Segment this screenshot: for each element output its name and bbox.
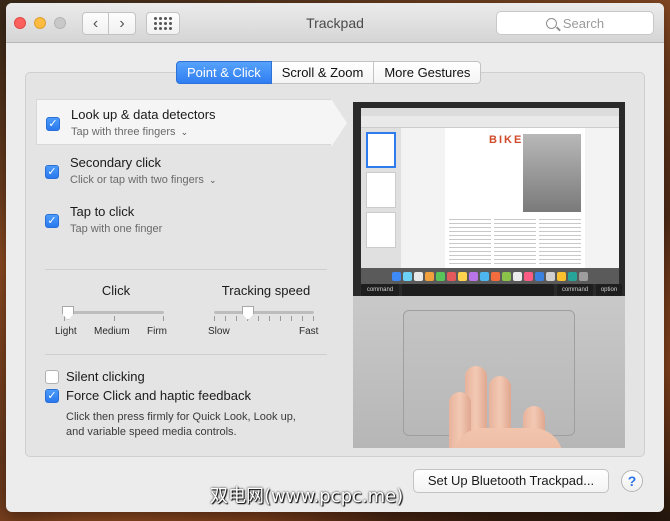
tab-point-click[interactable]: Point & Click xyxy=(176,61,272,84)
title-bar: ‹ › Trackpad Search xyxy=(6,3,664,43)
tick-label: Firm xyxy=(147,326,167,337)
force-click-description: Click then press firmly for Quick Look, … xyxy=(66,411,296,438)
chevron-down-icon: ⌄ xyxy=(180,127,189,137)
settings-pane: ✓ Look up & data detectors Tap with thre… xyxy=(25,72,645,457)
divider xyxy=(45,354,327,355)
tick-label: Light xyxy=(55,326,77,337)
tab-more-gestures[interactable]: More Gestures xyxy=(374,61,482,84)
preview-screen: BIKES xyxy=(361,108,619,268)
look-up-checkbox[interactable]: ✓ xyxy=(46,117,60,131)
tracking-slider-track[interactable] xyxy=(214,311,314,314)
option-title: Look up & data detectors xyxy=(71,107,216,122)
chevron-down-icon: ⌄ xyxy=(208,175,217,185)
divider xyxy=(45,269,327,270)
search-placeholder: Search xyxy=(562,15,605,31)
search-field[interactable]: Search xyxy=(496,11,654,35)
preview-laptop xyxy=(353,296,625,448)
preview-keyboard: command command option xyxy=(361,284,625,296)
setup-bluetooth-trackpad-button[interactable]: Set Up Bluetooth Trackpad... xyxy=(413,469,609,493)
gesture-preview-video: BIKES command command option xyxy=(353,102,625,448)
search-icon xyxy=(545,17,557,29)
page-thumbnails xyxy=(361,128,401,268)
help-button[interactable]: ? xyxy=(621,470,643,492)
watermark: 双电网(www.pcpc.me) xyxy=(210,486,404,507)
tab-bar: Point & Click Scroll & Zoom More Gesture… xyxy=(176,61,482,84)
tick-label: Medium xyxy=(94,326,130,337)
silent-clicking-label[interactable]: Silent clicking xyxy=(66,369,145,384)
tick-label: Fast xyxy=(299,326,319,337)
secondary-click-checkbox[interactable]: ✓ xyxy=(45,165,59,179)
option-subtitle[interactable]: Tap with three fingers ⌄ xyxy=(71,126,188,138)
force-click-label[interactable]: Force Click and haptic feedback xyxy=(66,388,251,403)
preferences-window: ‹ › Trackpad Search Point & Click Scroll… xyxy=(6,3,664,512)
preview-page: BIKES xyxy=(445,128,585,268)
option-tap-to-click[interactable]: ✓ Tap to click Tap with one finger xyxy=(36,197,331,243)
tab-scroll-zoom[interactable]: Scroll & Zoom xyxy=(271,61,375,84)
silent-clicking-checkbox[interactable] xyxy=(45,370,59,384)
tap-to-click-checkbox[interactable]: ✓ xyxy=(45,214,59,228)
hand-image xyxy=(445,366,565,448)
option-subtitle: Tap with one finger xyxy=(70,223,163,235)
preview-dock xyxy=(361,268,619,284)
tracking-slider-label: Tracking speed xyxy=(221,283,311,298)
option-title: Tap to click xyxy=(70,204,135,219)
tick-label: Slow xyxy=(208,326,230,337)
click-slider-label: Click xyxy=(101,283,131,298)
option-subtitle[interactable]: Click or tap with two fingers ⌄ xyxy=(70,174,217,186)
click-slider-track[interactable] xyxy=(64,311,164,314)
option-look-up[interactable]: ✓ Look up & data detectors Tap with thre… xyxy=(36,99,347,147)
option-secondary-click[interactable]: ✓ Secondary click Click or tap with two … xyxy=(36,148,331,194)
option-title: Secondary click xyxy=(70,155,162,170)
force-click-checkbox[interactable]: ✓ xyxy=(45,389,59,403)
